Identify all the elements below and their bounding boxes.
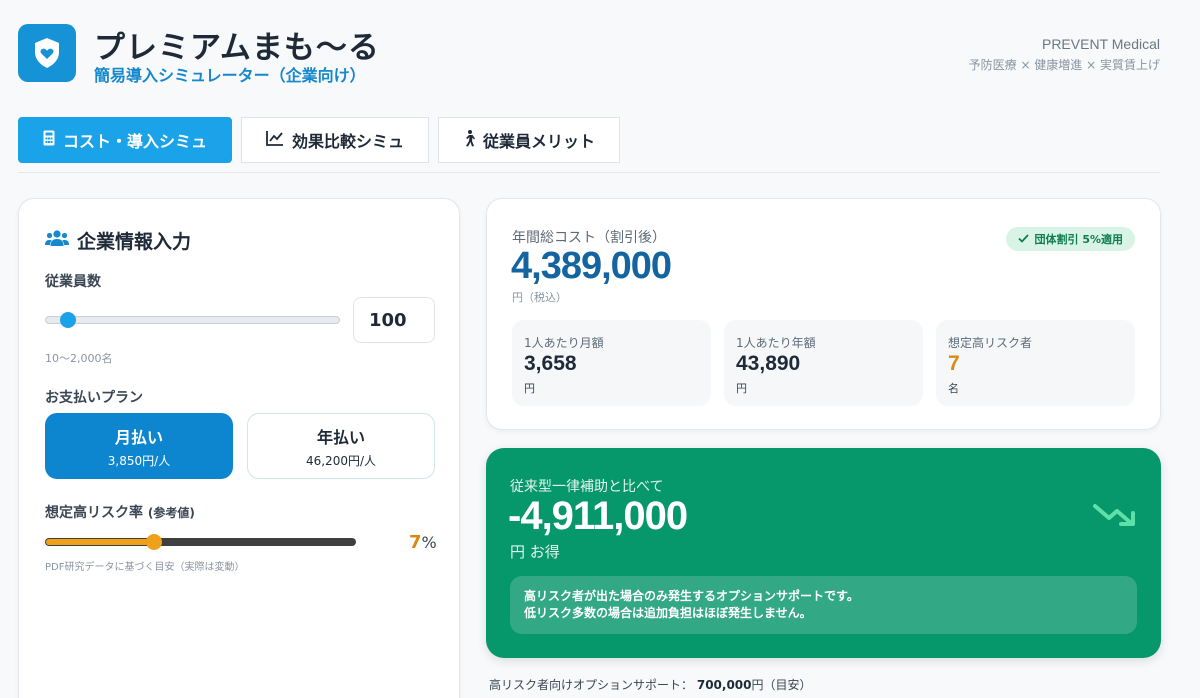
app-title: プレミアムまも〜る — [94, 30, 380, 66]
tab-bar: コスト・導入シミュ 効果比較シミュ 従業員メリット — [18, 117, 621, 163]
calculator-icon — [43, 130, 55, 150]
group-discount-badge: 団体割引 5%適用 — [1006, 227, 1135, 251]
metric-annual-per-person: 1人あたり年額 43,890 円 — [724, 320, 923, 406]
tab-effect-comparison[interactable]: 効果比較シミュ — [241, 117, 430, 163]
tab-employee-benefits[interactable]: 従業員メリット — [438, 117, 621, 163]
plan-monthly-button[interactable]: 月払い 3,850円/人 — [45, 413, 233, 479]
panel-title: 企業情報入力 — [45, 227, 191, 254]
annual-cost-unit: 円（税込） — [512, 291, 567, 304]
employees-range-hint: 10〜2,000名 — [45, 352, 113, 365]
check-icon — [1018, 233, 1030, 246]
annual-cost-summary: 年間総コスト（割引後） 4,389,000 円（税込） 団体割引 5%適用 1人… — [486, 198, 1161, 430]
tab-label: 従業員メリット — [483, 132, 596, 151]
trending-down-icon — [1093, 502, 1137, 532]
tab-cost-simulation[interactable]: コスト・導入シミュ — [18, 117, 233, 163]
risk-rate-slider-fill — [46, 539, 155, 545]
walking-person-icon — [463, 129, 476, 151]
risk-rate-slider-thumb[interactable] — [146, 534, 163, 550]
employees-input[interactable] — [353, 297, 435, 343]
savings-amount: -4,911,000 — [508, 494, 688, 538]
app-header: プレミアムまも〜る 簡易導入シミュレーター（企業向け） PREVENT Medi… — [18, 22, 1160, 86]
brand-tagline: 予防医療 × 健康増進 × 実質賃上げ — [968, 58, 1160, 72]
metric-monthly-per-person: 1人あたり月額 3,658 円 — [512, 320, 711, 406]
employees-label: 従業員数 — [45, 274, 101, 290]
risk-rate-hint: PDF研究データに基づく目安（実際は変動） — [45, 562, 245, 573]
savings-label: 従来型一律補助と比べて — [510, 479, 664, 495]
plan-name: 年払い — [316, 427, 365, 447]
plan-price: 3,850円/人 — [107, 453, 171, 468]
savings-comparison-card: 従来型一律補助と比べて -4,911,000 円 お得 高リスク者が出た場合のみ… — [486, 448, 1161, 658]
option-support-note: 高リスク者向けオプションサポート： 700,000円（目安） — [489, 678, 812, 692]
risk-rate-label: 想定高リスク率 (参考値) — [45, 505, 195, 521]
risk-rate-slider[interactable] — [45, 534, 356, 550]
savings-note: 高リスク者が出た場合のみ発生するオプションサポートです。 低リスク多数の場合は追… — [510, 576, 1137, 634]
users-icon — [45, 229, 69, 252]
shield-heart-icon — [18, 24, 76, 82]
payment-plan-label: お支払いプラン — [45, 390, 143, 406]
annual-cost-total: 4,389,000 — [511, 245, 672, 287]
brand-name: PREVENT Medical — [1041, 36, 1160, 52]
tab-label: コスト・導入シミュ — [63, 132, 208, 151]
company-info-panel: 企業情報入力 従業員数 10〜2,000名 お支払いプラン 月払い 3,850円… — [18, 198, 460, 698]
savings-unit: 円 お得 — [510, 543, 560, 561]
plan-price: 46,200円/人 — [305, 453, 377, 468]
tab-label: 効果比較シミュ — [292, 132, 405, 151]
app-subtitle: 簡易導入シミュレーター（企業向け） — [94, 66, 366, 85]
metric-high-risk-count: 想定高リスク者 7 名 — [936, 320, 1135, 406]
panel-title-text: 企業情報入力 — [77, 231, 192, 253]
risk-rate-value: 7% — [409, 532, 437, 553]
annual-cost-label: 年間総コスト（割引後） — [512, 230, 666, 246]
tab-divider — [18, 172, 1160, 173]
line-chart-icon — [266, 130, 284, 150]
employees-slider[interactable] — [45, 312, 340, 328]
plan-annual-button[interactable]: 年払い 46,200円/人 — [247, 413, 435, 479]
employees-slider-thumb[interactable] — [60, 312, 77, 328]
plan-name: 月払い — [114, 427, 163, 447]
